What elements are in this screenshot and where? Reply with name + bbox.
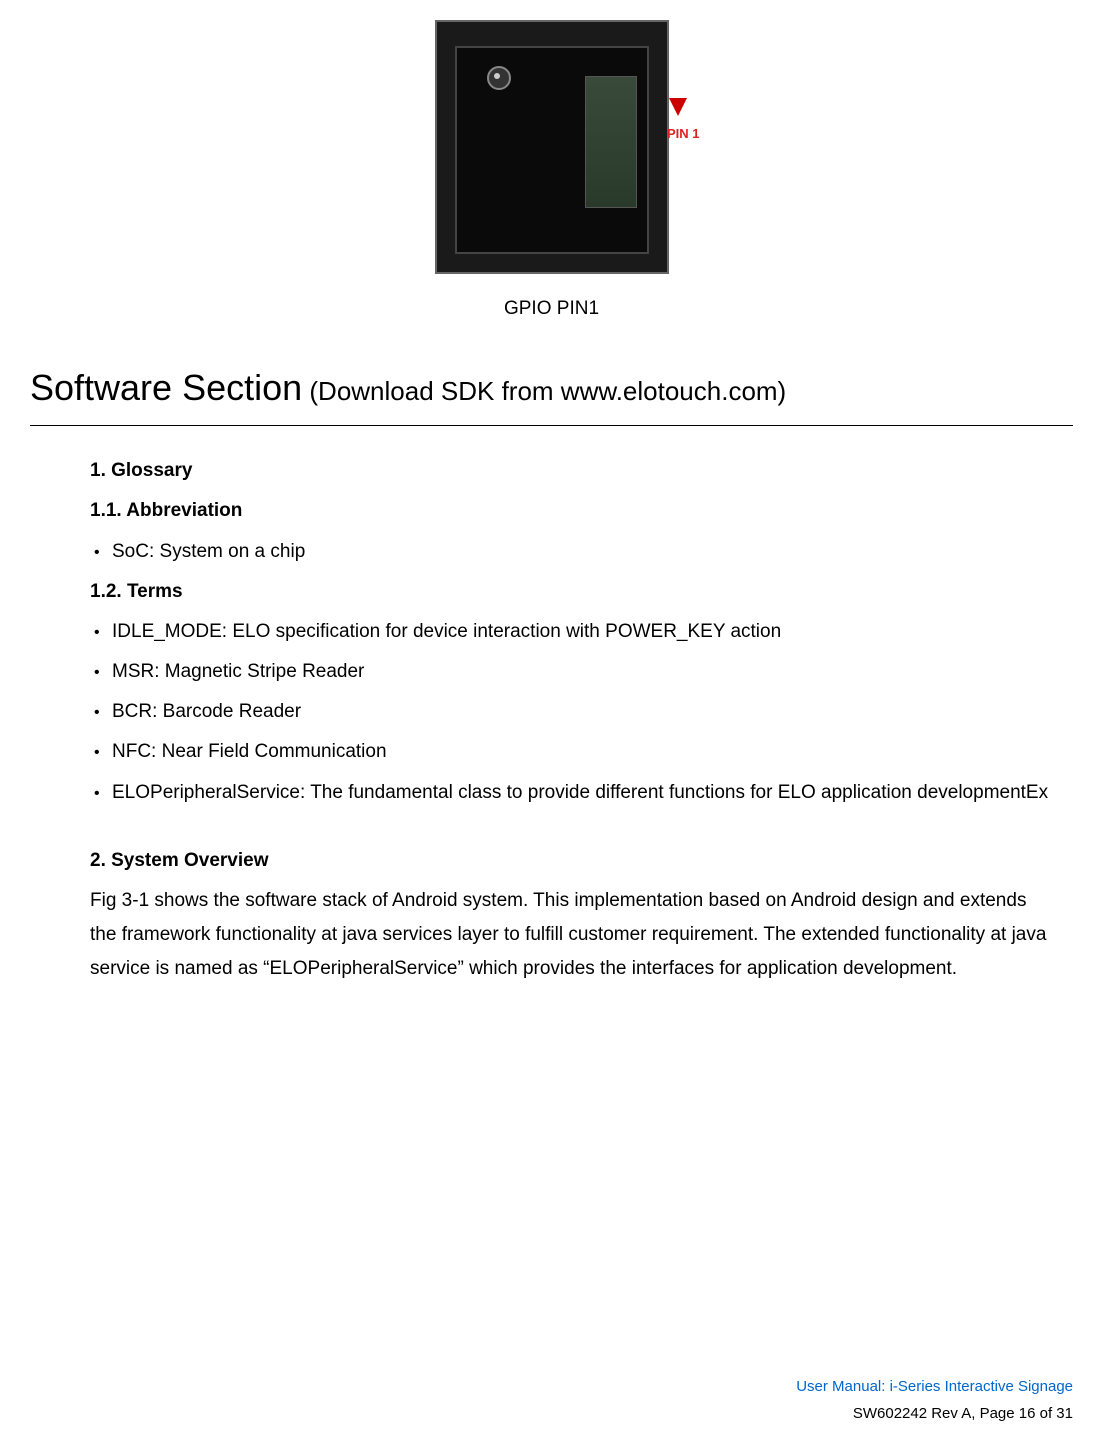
page-footer: User Manual: i-Series Interactive Signag…	[796, 1373, 1073, 1427]
device-circle	[487, 66, 511, 90]
image-caption: GPIO PIN1	[30, 292, 1073, 326]
terms-item: IDLE_MODE: ELO specification for device …	[90, 615, 1053, 649]
section-title: Software Section (Download SDK from www.…	[30, 356, 1073, 426]
section-title-sub: (Download SDK from www.elotouch.com)	[302, 376, 786, 406]
pin-arrow-icon	[669, 98, 687, 116]
device-inner: PIN 1	[455, 46, 649, 254]
content-area: 1. Glossary 1.1. Abbreviation SoC: Syste…	[30, 454, 1073, 986]
device-image: PIN 1	[435, 20, 669, 274]
terms-item: MSR: Magnetic Stripe Reader	[90, 655, 1053, 689]
pin-label: PIN 1	[667, 122, 700, 145]
device-circle-inner	[494, 73, 500, 79]
abbreviation-heading: 1.1. Abbreviation	[90, 494, 1053, 528]
glossary-heading: 1. Glossary	[90, 454, 1053, 488]
terms-item: ELOPeripheralService: The fundamental cl…	[90, 776, 1053, 810]
abbreviation-item: SoC: System on a chip	[90, 535, 1053, 569]
footer-page-info: SW602242 Rev A, Page 16 of 31	[796, 1400, 1073, 1427]
system-overview-paragraph: Fig 3-1 shows the software stack of Andr…	[90, 884, 1053, 987]
terms-item: NFC: Near Field Communication	[90, 735, 1053, 769]
footer-manual-title: User Manual: i-Series Interactive Signag…	[796, 1373, 1073, 1400]
terms-item: BCR: Barcode Reader	[90, 695, 1053, 729]
terms-heading: 1.2. Terms	[90, 575, 1053, 609]
device-image-container: PIN 1 GPIO PIN1	[30, 20, 1073, 326]
connector-area	[585, 76, 637, 208]
section-title-main: Software Section	[30, 367, 302, 408]
system-overview-heading: 2. System Overview	[90, 844, 1053, 878]
